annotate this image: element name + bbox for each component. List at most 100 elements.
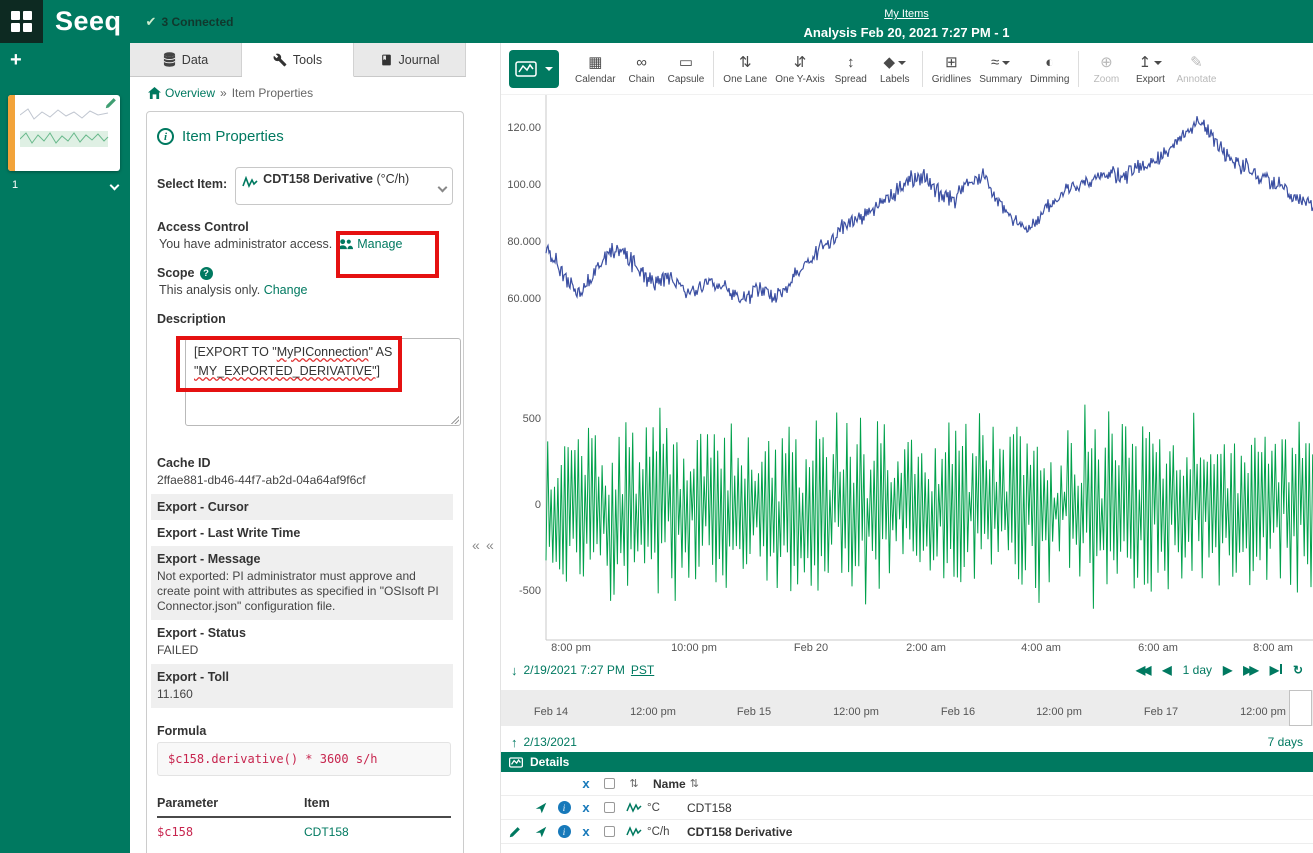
x-axis-label: 8:00 am [1253, 642, 1293, 654]
toolbar-zoom-button: ⊕Zoom [1084, 53, 1128, 85]
x-axis-label: 8:00 pm [551, 642, 591, 654]
top-bar: Seeq ✔ 3 Connected My Items Analysis Feb… [0, 0, 1313, 43]
display-range-start[interactable]: 2/19/2021 7:27 PM [524, 663, 625, 677]
navigate-icon[interactable] [529, 826, 553, 838]
step-size-label[interactable]: 1 day [1183, 663, 1212, 677]
remove-icon[interactable]: x [575, 800, 597, 815]
access-control-text: You have administrator access. [159, 237, 332, 251]
database-icon [163, 52, 176, 67]
item-column-header: Item [304, 792, 451, 817]
toolbar-dimming-button[interactable]: ◐Dimming [1026, 53, 1073, 85]
connection-status[interactable]: ✔ 3 Connected [146, 14, 234, 30]
gridlines-icon: ⊞ [945, 54, 958, 71]
name-column-header[interactable]: Name⇅ [647, 777, 699, 791]
info-icon: i [157, 128, 174, 145]
select-item-dropdown[interactable]: CDT158 Derivative (°C/h) [235, 167, 453, 205]
workbook-header: My Items Analysis Feb 20, 2021 7:27 PM -… [500, 4, 1313, 40]
journal-icon [380, 53, 393, 67]
edit-worksheet-icon[interactable] [105, 97, 117, 109]
home-icon [148, 87, 161, 99]
scope-change-link[interactable]: Change [264, 283, 308, 297]
investigate-range-start[interactable]: 2/13/2021 [524, 735, 577, 749]
remove-icon[interactable]: x [575, 824, 597, 839]
toolbar-separator [1078, 51, 1079, 87]
details-table-header: x ⇅ Name⇅ [501, 772, 1313, 796]
worksheet-thumbnail[interactable] [8, 95, 120, 171]
help-icon[interactable]: ? [200, 267, 213, 280]
worksheet-menu-chevron[interactable] [110, 180, 120, 190]
item-name[interactable]: CDT158 [681, 801, 732, 815]
select-item-label: Select Item: [157, 177, 227, 205]
breadcrumb-overview-link[interactable]: Overview [148, 86, 215, 100]
manage-link[interactable]: Manage [338, 237, 402, 251]
toolbar-annotate-button: ✎Annotate [1172, 53, 1220, 85]
unit-label: °C [647, 802, 681, 814]
item-name[interactable]: CDT158 Derivative [681, 825, 792, 839]
toolbar-summary-button[interactable]: ≈Summary [975, 53, 1026, 85]
capsule-icon: ▭ [679, 54, 693, 71]
toolbar-calendar-button[interactable]: ▦Calendar [571, 53, 620, 85]
details-panel: Details x ⇅ Name⇅ ix°CCDT158ix°C/hCDT158… [501, 752, 1313, 853]
details-row[interactable]: ix°C/hCDT158 Derivative [501, 820, 1313, 844]
view-mode-dropdown[interactable] [509, 50, 559, 88]
investigate-range-row: ↑ 2/13/2021 7 days [501, 732, 1313, 752]
step-forward-half-button[interactable]: ▶ [1223, 663, 1232, 677]
timeline-band[interactable] [501, 690, 1313, 726]
timeline-label: Feb 14 [534, 706, 568, 718]
toolbar-gridlines-button[interactable]: ⊞Gridlines [928, 53, 975, 85]
my-items-link[interactable]: My Items [884, 8, 929, 20]
navigate-icon[interactable] [529, 802, 553, 814]
y-axis-label: 80.000 [501, 236, 541, 248]
chevron-down-icon [438, 183, 448, 193]
trend-chart[interactable]: 120.00100.0080.00060.0005000-5008:00 pm1… [501, 95, 1313, 658]
y-axis-label: 500 [501, 413, 541, 425]
edit-item-icon[interactable] [501, 826, 529, 838]
toolbar-capsule-button[interactable]: ▭Capsule [664, 53, 709, 85]
parameter-item-link[interactable]: CDT158 [304, 817, 451, 842]
breadcrumb-current: Item Properties [232, 86, 313, 100]
toolbar-export-button[interactable]: ↥Export [1128, 53, 1172, 85]
toolbar-chain-button[interactable]: ∞Chain [620, 53, 664, 85]
details-row[interactable]: ix °CCDT158 [501, 796, 1313, 820]
step-forward-full-button[interactable]: ▶▶ [1243, 663, 1255, 677]
chevron-down-icon [545, 67, 553, 71]
app-launcher-icon[interactable] [0, 0, 43, 43]
step-back-full-button[interactable]: ◀◀ [1136, 663, 1148, 677]
select-all-checkbox[interactable] [597, 778, 621, 789]
investigate-timeline[interactable]: Feb 1412:00 pmFeb 1512:00 pmFeb 1612:00 … [501, 682, 1313, 732]
timeline-selected-range[interactable] [1289, 690, 1312, 726]
y-axis-label: 0 [501, 499, 541, 511]
active-worksheet-indicator [8, 95, 15, 171]
display-range-row: ↓ 2/19/2021 7:27 PM PST ◀◀ ◀ 1 day ▶ ▶▶ … [501, 658, 1313, 682]
info-icon[interactable]: i [553, 801, 575, 814]
tab-tools[interactable]: Tools [242, 43, 354, 77]
auto-update-icon[interactable]: ↻ [1293, 663, 1303, 677]
step-back-half-button[interactable]: ◀ [1162, 663, 1171, 677]
scope-text: This analysis only. [159, 283, 260, 297]
step-to-end-button[interactable]: ▶ [1270, 663, 1282, 677]
spread-icon: ↕ [847, 54, 855, 71]
remove-all-header[interactable]: x [575, 776, 597, 791]
parameter-name: $c158 [157, 817, 304, 842]
add-worksheet-button[interactable]: + [10, 49, 22, 72]
description-textarea[interactable]: [EXPORT TO "MyPIConnection" AS "MY_EXPOR… [185, 338, 461, 426]
timezone-link[interactable]: PST [631, 663, 654, 677]
row-checkbox[interactable] [597, 826, 621, 837]
row-checkbox[interactable] [597, 802, 621, 813]
seeq-logo[interactable]: Seeq [55, 6, 122, 37]
tab-journal[interactable]: Journal [354, 43, 466, 76]
investigate-range-duration[interactable]: 7 days [1268, 735, 1303, 749]
sort-type-icon[interactable]: ⇅ [629, 777, 638, 790]
toolbar-one-lane-button[interactable]: ⇅One Lane [719, 53, 771, 85]
collapse-panel-icon[interactable]: « [486, 537, 494, 553]
toolbar-labels-button[interactable]: ◆Labels [873, 53, 917, 85]
tab-data[interactable]: Data [130, 43, 242, 76]
parameter-column-header: Parameter [157, 792, 304, 817]
panel-heading: i Item Properties [157, 128, 453, 145]
toolbar-spread-button[interactable]: ↕Spread [829, 53, 873, 85]
toolbar-one-y-axis-button[interactable]: ⇵One Y-Axis [771, 53, 828, 85]
info-icon[interactable]: i [553, 825, 575, 838]
y-axis-label: 100.00 [501, 179, 541, 191]
collapse-panel-icon[interactable]: « [472, 537, 480, 553]
details-header[interactable]: Details [501, 752, 1313, 772]
